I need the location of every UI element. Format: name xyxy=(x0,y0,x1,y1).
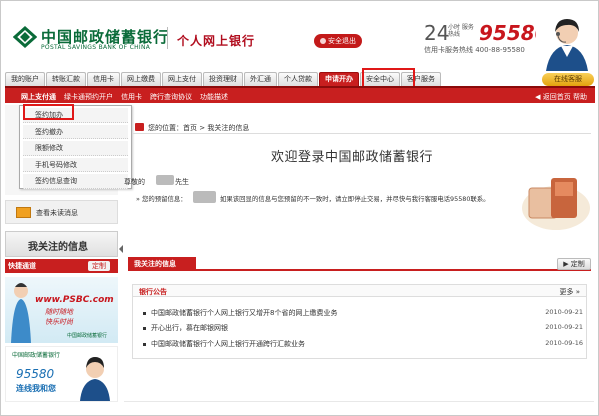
notice-title: 银行公告 xyxy=(139,288,167,296)
credit-card-hotline: 信用卡服务热线 400-88-95580 xyxy=(424,46,525,54)
bullet-icon xyxy=(143,343,146,346)
bullet-icon xyxy=(143,327,146,330)
logout-button[interactable]: 安全退出 xyxy=(314,34,362,48)
bullet-icon xyxy=(143,312,146,315)
notice-item-text[interactable]: 中国邮政储蓄银行个人网上银行开通跨行汇款业务 xyxy=(151,339,305,349)
divider xyxy=(124,401,594,402)
notice-item-text[interactable]: 中国邮政储蓄银行个人网上银行又增开8个省的网上缴费业务 xyxy=(151,308,337,318)
redacted-reserved-info xyxy=(193,191,216,203)
ad2-phone: 95580 xyxy=(16,367,55,381)
redacted-name xyxy=(156,175,174,185)
notice-item-text[interactable]: 开心出行，慕在邮银网银 xyxy=(151,323,228,333)
menu-item-sign-cancel[interactable]: 签约撤办 xyxy=(23,124,128,139)
location-icon xyxy=(135,123,144,131)
tab-transfer[interactable]: 转账汇款 xyxy=(46,72,86,86)
menu-item-limit-modify[interactable]: 限额修改 xyxy=(23,141,128,156)
tab-forex[interactable]: 外汇通 xyxy=(244,72,277,86)
ad-person-image xyxy=(11,283,31,343)
subnav-online-pay[interactable]: 网上支付通 xyxy=(21,92,56,102)
seal-decoration-image xyxy=(511,166,591,236)
notice-item-date: 2010-09-21 xyxy=(545,308,583,316)
sub-nav: 网上支付通 绿卡通预约开户 信用卡 跨行查询协议 功能描述 ◀ 返回首页 帮助 xyxy=(5,86,595,103)
breadcrumb: 您的位置：首页 > 我关注的信息 xyxy=(132,120,591,134)
ad-bank-name: 中国邮政储蓄银行 xyxy=(67,333,108,339)
ad-slogan-1: 随时随地 xyxy=(45,308,73,316)
collapse-arrow-icon[interactable] xyxy=(119,245,123,253)
hotline-label: 小时 服务热线 xyxy=(448,24,474,38)
greeting-suffix: 先生 xyxy=(175,178,189,186)
site-title: 个人网上银行 xyxy=(177,34,256,48)
logout-label: 安全退出 xyxy=(328,37,356,45)
bank-notice-panel: 银行公告 更多 » 中国邮政储蓄银行个人网上银行又增开8个省的网上缴费业务 20… xyxy=(132,284,587,359)
my-focus-title: 我关注的信息 xyxy=(28,242,88,253)
ad-url: www.PSBC.com xyxy=(35,295,114,305)
psbc-ad-banner[interactable]: www.PSBC.com 随时随地 快乐时尚 中国邮政储蓄银行 xyxy=(5,277,118,343)
lock-icon xyxy=(320,38,326,44)
notice-item[interactable]: 开心出行，慕在邮银网银 2010-09-21 xyxy=(143,323,583,333)
envelope-icon xyxy=(16,207,31,218)
my-focus-panel[interactable]: 我关注的信息 xyxy=(5,231,118,257)
notice-item[interactable]: 中国邮政储蓄银行个人网上银行又增开8个省的网上缴费业务 2010-09-21 xyxy=(143,308,583,318)
unread-messages-link[interactable]: 查看未读消息 xyxy=(36,208,78,218)
subnav-credit-card[interactable]: 信用卡 xyxy=(121,92,142,102)
hotline-24: 24 xyxy=(424,21,450,45)
breadcrumb-text: 您的位置：首页 > 我关注的信息 xyxy=(148,124,250,132)
focus-info-bar: 我关注的信息 ▶ 定制 xyxy=(128,257,591,271)
tab-credit-card[interactable]: 信用卡 xyxy=(87,72,120,86)
welcome-heading: 欢迎登录中国邮政储蓄银行 xyxy=(271,150,434,165)
online-service-button[interactable]: 在线客服 xyxy=(542,73,594,86)
notice-item-date: 2010-09-16 xyxy=(545,339,583,347)
ad2-bank-name: 中国邮政储蓄银行 xyxy=(12,352,61,359)
tab-loans[interactable]: 个人贷款 xyxy=(278,72,318,86)
menu-item-phone-modify[interactable]: 手机号码修改 xyxy=(23,157,128,172)
ad-slogan-2: 快乐时尚 xyxy=(45,318,73,326)
greeting-prefix: 尊敬的 xyxy=(124,178,145,186)
quick-channel-bar: 快捷通道 定制 xyxy=(5,259,118,273)
bank-name-en: POSTAL SAVINGS BANK OF CHINA xyxy=(41,44,151,51)
tab-my-focus-info[interactable]: 我关注的信息 xyxy=(128,257,196,271)
notice-item-date: 2010-09-21 xyxy=(545,323,583,331)
ad2-slogan: 连线我和您 xyxy=(16,384,56,393)
quick-channel-label: 快捷通道 xyxy=(8,262,36,270)
ad2-agent-image xyxy=(80,357,110,401)
quick-customize-button[interactable]: 定制 xyxy=(88,261,110,271)
reserved-info-label: » 您的预留信息： xyxy=(136,195,187,203)
unread-messages-box[interactable]: 查看未读消息 xyxy=(5,200,118,224)
psbc-logo-icon xyxy=(13,25,37,49)
subnav-cross-bank[interactable]: 跨行查询协议 xyxy=(150,92,192,102)
header-divider xyxy=(167,27,168,49)
subnav-green-card[interactable]: 绿卡通预约开户 xyxy=(64,92,113,102)
notice-item[interactable]: 中国邮政储蓄银行个人网上银行开通跨行汇款业务 2010-09-16 xyxy=(143,339,583,349)
menu-highlight-box xyxy=(23,104,74,120)
customize-button[interactable]: ▶ 定制 xyxy=(557,258,591,270)
notice-more-link[interactable]: 更多 » xyxy=(559,287,580,297)
tab-apply[interactable]: 申请开办 xyxy=(319,72,359,86)
subnav-function-desc[interactable]: 功能描述 xyxy=(200,92,228,102)
hotline-ad-banner[interactable]: 中国邮政储蓄银行 95580 连线我和您 xyxy=(5,346,118,402)
menu-item-sign-query[interactable]: 签约信息查询 xyxy=(23,174,128,189)
tab-my-account[interactable]: 我的账户 xyxy=(5,72,45,86)
browser-page: 中国邮政储蓄银行 POSTAL SAVINGS BANK OF CHINA 个人… xyxy=(0,0,599,416)
tab-online-payment-fees[interactable]: 网上缴费 xyxy=(121,72,161,86)
security-hint-text: 如果该回显的信息与您预留的不一致时，请立即停止交易，并尽快与我行客服电话9558… xyxy=(220,195,490,203)
tab-investment[interactable]: 投资理财 xyxy=(203,72,243,86)
subnav-home-help[interactable]: ◀ 返回首页 帮助 xyxy=(535,92,587,102)
notice-header: 银行公告 更多 » xyxy=(133,285,586,297)
tab-online-pay[interactable]: 网上支付 xyxy=(162,72,202,86)
service-agent-image xyxy=(536,13,598,71)
